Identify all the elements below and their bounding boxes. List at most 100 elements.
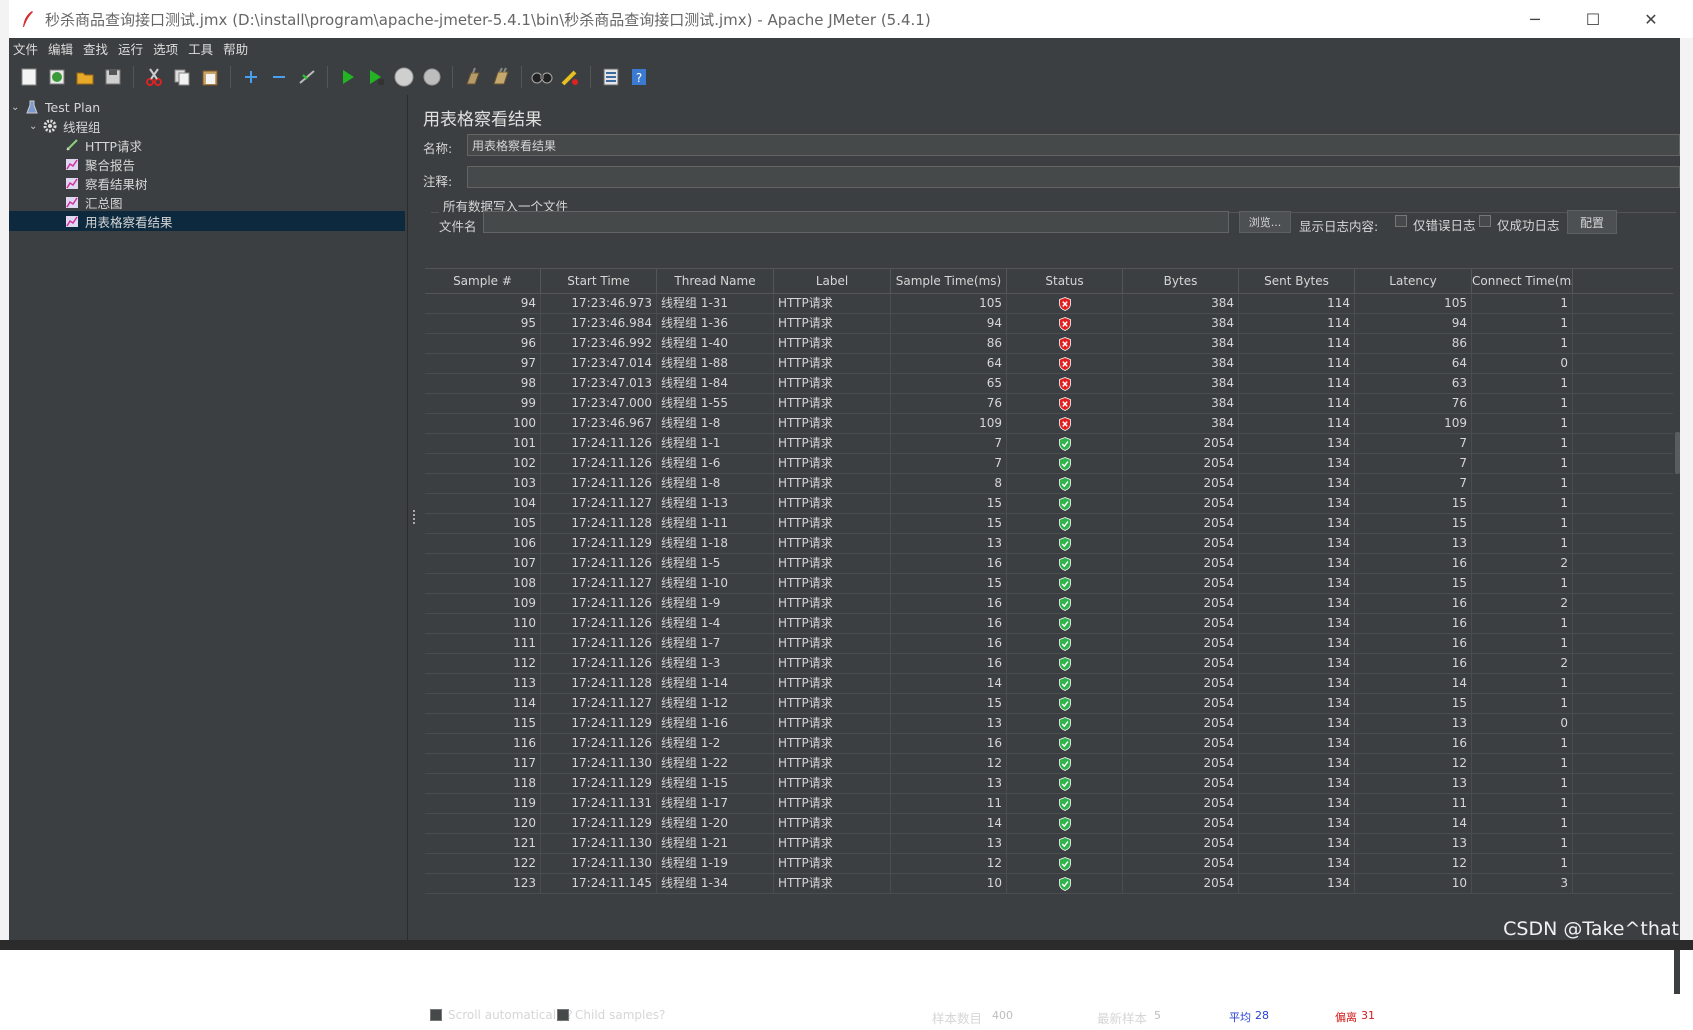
- copy-icon[interactable]: [170, 65, 194, 89]
- table-row[interactable]: 110 17:24:11.126 线程组 1-4 HTTP请求 16 2054 134 16 1: [425, 614, 1673, 634]
- table-row[interactable]: 115 17:24:11.129 线程组 1-16 HTTP请求 13 2054 134 13…: [425, 714, 1673, 734]
- sample-time-cell: 65: [891, 374, 1007, 394]
- success-only-checkbox[interactable]: [1479, 215, 1491, 227]
- errors-only-checkbox[interactable]: [1395, 215, 1407, 227]
- menu-search[interactable]: 查找: [79, 39, 114, 58]
- menu-file[interactable]: 文件: [9, 39, 44, 58]
- close-button[interactable]: ✕: [1622, 0, 1680, 38]
- table-row[interactable]: 106 17:24:11.129 线程组 1-18 HTTP请求 13 2054 134 13…: [425, 534, 1673, 554]
- table-row[interactable]: 100 17:23:46.967 线程组 1-8 HTTP请求 109 384 114 109…: [425, 414, 1673, 434]
- collapse-icon[interactable]: [267, 65, 291, 89]
- configure-button[interactable]: 配置: [1567, 210, 1617, 234]
- table-row[interactable]: 102 17:24:11.126 线程组 1-6 HTTP请求 7 2054 134 7 1: [425, 454, 1673, 474]
- table-row[interactable]: 119 17:24:11.131 线程组 1-17 HTTP请求 11 2054 134 11…: [425, 794, 1673, 814]
- col-sent-bytes-header[interactable]: Sent Bytes: [1239, 269, 1355, 293]
- reset-search-icon[interactable]: [558, 65, 582, 89]
- table-row[interactable]: 117 17:24:11.130 线程组 1-22 HTTP请求 12 2054 134 12…: [425, 754, 1673, 774]
- col-sample-time-header[interactable]: Sample Time(ms): [891, 269, 1007, 293]
- col-connect-time-header[interactable]: Connect Time(ms): [1472, 269, 1573, 293]
- table-row[interactable]: 107 17:24:11.126 线程组 1-5 HTTP请求 16 2054 134 16 2: [425, 554, 1673, 574]
- col-sample-number-header[interactable]: Sample #: [425, 269, 541, 293]
- table-row[interactable]: 104 17:24:11.127 线程组 1-13 HTTP请求 15 2054 134 15…: [425, 494, 1673, 514]
- col-thread-name-header[interactable]: Thread Name: [657, 269, 774, 293]
- expand-icon[interactable]: [239, 65, 263, 89]
- latency-cell: 16: [1355, 614, 1472, 634]
- clear-all-icon[interactable]: [489, 65, 513, 89]
- tree-item-label: 察看结果树: [85, 176, 148, 192]
- paste-icon[interactable]: [198, 65, 222, 89]
- comment-label: 注释:: [423, 174, 453, 189]
- menu-run[interactable]: 运行: [114, 39, 149, 58]
- help-icon[interactable]: ?: [627, 65, 651, 89]
- col-start-time-header[interactable]: Start Time: [541, 269, 657, 293]
- table-row[interactable]: 101 17:24:11.126 线程组 1-1 HTTP请求 7 2054 134 7 1: [425, 434, 1673, 454]
- table-row[interactable]: 122 17:24:11.130 线程组 1-19 HTTP请求 12 2054 134 12…: [425, 854, 1673, 874]
- shutdown-icon[interactable]: [420, 65, 444, 89]
- tree-item-result-tree[interactable]: 察看结果树: [65, 173, 148, 193]
- scroll-automatically-checkbox[interactable]: [430, 1009, 442, 1021]
- stop-icon[interactable]: [392, 65, 416, 89]
- clear-icon[interactable]: [461, 65, 485, 89]
- table-row[interactable]: 98 17:23:47.013 线程组 1-84 HTTP请求 65 384 114 63 1: [425, 374, 1673, 394]
- table-row[interactable]: 116 17:24:11.126 线程组 1-2 HTTP请求 16 2054 134 16 1: [425, 734, 1673, 754]
- menu-options[interactable]: 选项: [149, 39, 184, 58]
- col-status-header[interactable]: Status: [1007, 269, 1123, 293]
- tree-item-http-request[interactable]: HTTP请求: [65, 135, 142, 155]
- menu-edit[interactable]: 编辑: [44, 39, 79, 58]
- status-cell: [1007, 494, 1123, 514]
- table-row[interactable]: 94 17:23:46.973 线程组 1-31 HTTP请求 105 384 114 105…: [425, 294, 1673, 314]
- tree-item-aggregate-report[interactable]: 聚合报告: [65, 154, 135, 174]
- table-row[interactable]: 103 17:24:11.126 线程组 1-8 HTTP请求 8 2054 134 7 1: [425, 474, 1673, 494]
- comment-field[interactable]: [467, 166, 1680, 188]
- sample-time-cell: 15: [891, 574, 1007, 594]
- browse-button[interactable]: 浏览...: [1239, 211, 1291, 233]
- latency-cell: 13: [1355, 774, 1472, 794]
- table-scrollbar[interactable]: [1674, 294, 1680, 994]
- start-no-pause-icon[interactable]: [364, 65, 388, 89]
- minimize-button[interactable]: ─: [1506, 0, 1564, 38]
- new-icon[interactable]: [17, 65, 41, 89]
- menu-tools[interactable]: 工具: [184, 39, 219, 58]
- tree-item-summary-graph[interactable]: 汇总图: [65, 192, 123, 212]
- filename-field[interactable]: [483, 211, 1229, 233]
- table-row[interactable]: 108 17:24:11.127 线程组 1-10 HTTP请求 15 2054 134 15…: [425, 574, 1673, 594]
- table-row[interactable]: 105 17:24:11.128 线程组 1-11 HTTP请求 15 2054 134 15…: [425, 514, 1673, 534]
- open-icon[interactable]: [73, 65, 97, 89]
- menu-help[interactable]: 帮助: [219, 39, 254, 58]
- tree-item-thread-group[interactable]: ⌄ 线程组: [29, 116, 101, 136]
- cut-icon[interactable]: [142, 65, 166, 89]
- table-row[interactable]: 112 17:24:11.126 线程组 1-3 HTTP请求 16 2054 134 16 2: [425, 654, 1673, 674]
- save-icon[interactable]: [101, 65, 125, 89]
- col-label-header[interactable]: Label: [774, 269, 891, 293]
- table-row[interactable]: 114 17:24:11.127 线程组 1-12 HTTP请求 15 2054 134 15…: [425, 694, 1673, 714]
- function-helper-icon[interactable]: [599, 65, 623, 89]
- col-bytes-header[interactable]: Bytes: [1123, 269, 1239, 293]
- table-row[interactable]: 99 17:23:47.000 线程组 1-55 HTTP请求 76 384 114 76 1: [425, 394, 1673, 414]
- name-field[interactable]: 用表格察看结果: [467, 134, 1680, 156]
- tree-item-table-results[interactable]: 用表格察看结果: [9, 211, 405, 231]
- table-row[interactable]: 120 17:24:11.129 线程组 1-20 HTTP请求 14 2054 134 14…: [425, 814, 1673, 834]
- tree-item-test-plan[interactable]: ⌄ Test Plan: [11, 97, 100, 117]
- col-latency-header[interactable]: Latency: [1355, 269, 1472, 293]
- table-row[interactable]: 121 17:24:11.130 线程组 1-21 HTTP请求 13 2054 134 13…: [425, 834, 1673, 854]
- table-row[interactable]: 113 17:24:11.128 线程组 1-14 HTTP请求 14 2054 134 14…: [425, 674, 1673, 694]
- toggle-icon[interactable]: [295, 65, 319, 89]
- table-row[interactable]: 111 17:24:11.126 线程组 1-7 HTTP请求 16 2054 134 16 1: [425, 634, 1673, 654]
- table-row[interactable]: 95 17:23:46.984 线程组 1-36 HTTP请求 94 384 114 94 1: [425, 314, 1673, 334]
- latency-cell: 15: [1355, 514, 1472, 534]
- search-icon[interactable]: [530, 65, 554, 89]
- table-row[interactable]: 118 17:24:11.129 线程组 1-15 HTTP请求 13 2054 134 13…: [425, 774, 1673, 794]
- start-icon[interactable]: [336, 65, 360, 89]
- table-row[interactable]: 97 17:23:47.014 线程组 1-88 HTTP请求 64 384 114 64 0: [425, 354, 1673, 374]
- status-cell: [1007, 694, 1123, 714]
- sent-bytes-cell: 134: [1239, 634, 1355, 654]
- scrollbar-thumb[interactable]: [1675, 432, 1680, 474]
- table-row[interactable]: 109 17:24:11.126 线程组 1-9 HTTP请求 16 2054 134 16 2: [425, 594, 1673, 614]
- templates-icon[interactable]: [45, 65, 69, 89]
- maximize-button[interactable]: ☐: [1564, 0, 1622, 38]
- child-samples-checkbox[interactable]: [557, 1009, 569, 1021]
- table-row[interactable]: 96 17:23:46.992 线程组 1-40 HTTP请求 86 384 114 86 1: [425, 334, 1673, 354]
- table-row[interactable]: 123 17:24:11.145 线程组 1-34 HTTP请求 10 2054 134 10…: [425, 874, 1673, 894]
- chevron-down-icon[interactable]: ⌄: [29, 121, 43, 132]
- chevron-down-icon[interactable]: ⌄: [11, 102, 25, 113]
